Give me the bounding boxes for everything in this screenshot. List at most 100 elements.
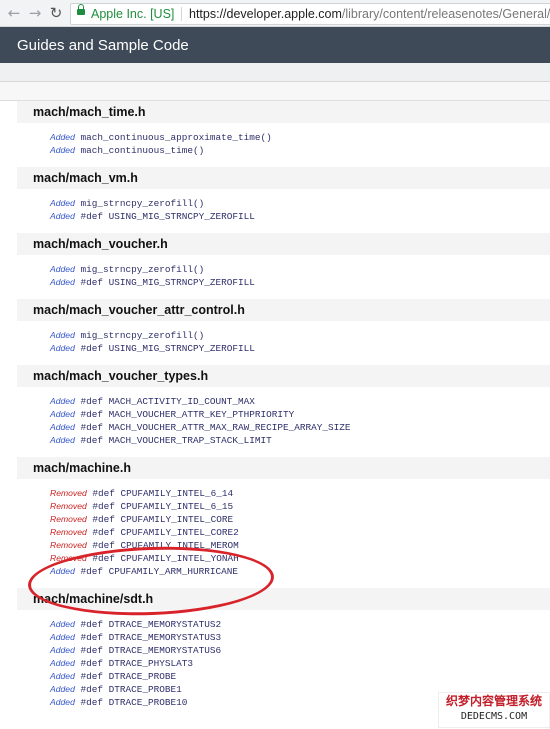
status-tag: Added bbox=[50, 671, 75, 681]
entry-row: Added mach_continuous_approximate_time() bbox=[50, 131, 550, 144]
status-tag: Added bbox=[50, 566, 75, 576]
section-entries: Added #def MACH_ACTIVITY_ID_COUNT_MAX Add… bbox=[0, 387, 550, 457]
back-arrow-icon[interactable]: ← bbox=[4, 3, 24, 23]
status-tag: Added bbox=[50, 211, 75, 221]
symbol-name: #def DTRACE_PROBE10 bbox=[80, 697, 188, 708]
entry-row: Added #def DTRACE_MEMORYSTATUS3 bbox=[50, 631, 550, 644]
status-tag: Removed bbox=[50, 501, 87, 511]
section-entries: Added mig_strncpy_zerofill() Added #def U… bbox=[0, 321, 550, 365]
watermark-line-2: DEDECMS.COM bbox=[460, 711, 528, 722]
symbol-name: #def CPUFAMILY_INTEL_YONAH bbox=[92, 553, 239, 564]
section-entries: Removed #def CPUFAMILY_INTEL_6_14 Removed… bbox=[0, 479, 550, 588]
entry-row: Added mach_continuous_time() bbox=[50, 144, 550, 157]
entry-row: Added mig_strncpy_zerofill() bbox=[50, 197, 550, 210]
entry-row: Added #def MACH_VOUCHER_ATTR_MAX_RAW_REC… bbox=[50, 421, 550, 434]
symbol-name: #def USING_MIG_STRNCPY_ZEROFILL bbox=[80, 211, 255, 222]
section-title: mach/mach_time.h bbox=[33, 105, 146, 119]
symbol-name: mig_strncpy_zerofill() bbox=[80, 264, 205, 275]
symbol-name: #def DTRACE_PROBE1 bbox=[80, 684, 182, 695]
forward-arrow-icon[interactable]: → bbox=[25, 3, 45, 23]
status-tag: Added bbox=[50, 632, 75, 642]
section-header: mach/mach_voucher_attr_control.h bbox=[17, 299, 550, 321]
section-title: mach/machine.h bbox=[33, 461, 131, 475]
watermark: 织梦内容管理系统 DEDECMS.COM bbox=[438, 692, 550, 728]
url-text: https://developer.apple.com/library/cont… bbox=[189, 4, 550, 24]
entry-row: Removed #def CPUFAMILY_INTEL_6_15 bbox=[50, 500, 550, 513]
symbol-name: #def DTRACE_MEMORYSTATUS6 bbox=[80, 645, 222, 656]
symbol-name: #def DTRACE_MEMORYSTATUS3 bbox=[80, 632, 222, 643]
entry-row: Removed #def CPUFAMILY_INTEL_MEROM bbox=[50, 539, 550, 552]
symbol-name: #def MACH_VOUCHER_TRAP_STACK_LIMIT bbox=[80, 435, 272, 446]
content-top-strip bbox=[0, 82, 550, 101]
symbol-name: #def USING_MIG_STRNCPY_ZEROFILL bbox=[80, 343, 255, 354]
status-tag: Added bbox=[50, 132, 75, 142]
status-tag: Added bbox=[50, 422, 75, 432]
address-separator bbox=[181, 7, 182, 21]
status-tag: Added bbox=[50, 264, 75, 274]
section-title: mach/mach_voucher_attr_control.h bbox=[33, 303, 245, 317]
entry-row: Removed #def CPUFAMILY_INTEL_CORE bbox=[50, 513, 550, 526]
symbol-name: mig_strncpy_zerofill() bbox=[80, 198, 205, 209]
status-tag: Added bbox=[50, 343, 75, 353]
address-bar[interactable]: Apple Inc. [US] https://developer.apple.… bbox=[70, 3, 550, 25]
url-path: /library/content/releasenotes/General/A bbox=[341, 7, 550, 21]
status-tag: Added bbox=[50, 145, 75, 155]
symbol-name: #def MACH_VOUCHER_ATTR_KEY_PTHPRIORITY bbox=[80, 409, 295, 420]
entry-row: Added mig_strncpy_zerofill() bbox=[50, 263, 550, 276]
symbol-name: mig_strncpy_zerofill() bbox=[80, 330, 205, 341]
status-tag: Added bbox=[50, 198, 75, 208]
status-tag: Removed bbox=[50, 553, 87, 563]
entry-row: Added #def DTRACE_MEMORYSTATUS2 bbox=[50, 618, 550, 631]
status-tag: Removed bbox=[50, 488, 87, 498]
symbol-name: mach_continuous_time() bbox=[80, 145, 205, 156]
status-tag: Added bbox=[50, 619, 75, 629]
status-tag: Added bbox=[50, 277, 75, 287]
entry-row: Added #def CPUFAMILY_ARM_HURRICANE bbox=[50, 565, 550, 578]
url-host: developer.apple.com bbox=[226, 7, 342, 21]
symbol-name: #def CPUFAMILY_INTEL_CORE2 bbox=[92, 527, 239, 538]
release-notes-content: mach/mach_time.h Added mach_continuous_ap… bbox=[0, 101, 550, 719]
site-title[interactable]: Guides and Sample Code bbox=[17, 37, 189, 54]
entry-row: Added #def USING_MIG_STRNCPY_ZEROFILL bbox=[50, 210, 550, 223]
section-header: mach/mach_voucher_types.h bbox=[17, 365, 550, 387]
symbol-name: #def MACH_VOUCHER_ATTR_MAX_RAW_RECIPE_AR… bbox=[80, 422, 351, 433]
entry-row: Added #def MACH_ACTIVITY_ID_COUNT_MAX bbox=[50, 395, 550, 408]
symbol-name: #def DTRACE_PHYSLAT3 bbox=[80, 658, 194, 669]
entry-row: Added #def DTRACE_MEMORYSTATUS6 bbox=[50, 644, 550, 657]
section-entries: Added mach_continuous_approximate_time()… bbox=[0, 123, 550, 167]
entry-row: Removed #def CPUFAMILY_INTEL_YONAH bbox=[50, 552, 550, 565]
reload-icon[interactable]: ↻ bbox=[46, 3, 66, 23]
symbol-name: #def DTRACE_MEMORYSTATUS2 bbox=[80, 619, 222, 630]
status-tag: Added bbox=[50, 684, 75, 694]
section-entries: Added mig_strncpy_zerofill() Added #def U… bbox=[0, 189, 550, 233]
section-header: mach/mach_voucher.h bbox=[17, 233, 550, 255]
entry-row: Added #def MACH_VOUCHER_ATTR_KEY_PTHPRIO… bbox=[50, 408, 550, 421]
entry-row: Added #def MACH_VOUCHER_TRAP_STACK_LIMIT bbox=[50, 434, 550, 447]
secure-origin-label: Apple Inc. [US] bbox=[91, 7, 175, 21]
symbol-name: #def CPUFAMILY_ARM_HURRICANE bbox=[80, 566, 239, 577]
section-header: mach/machine/sdt.h bbox=[17, 588, 550, 610]
symbol-name: mach_continuous_approximate_time() bbox=[80, 132, 272, 143]
symbol-name: #def CPUFAMILY_INTEL_MEROM bbox=[92, 540, 239, 551]
symbol-name: #def CPUFAMILY_INTEL_6_15 bbox=[92, 501, 234, 512]
lock-icon bbox=[77, 4, 85, 15]
symbol-name: #def USING_MIG_STRNCPY_ZEROFILL bbox=[80, 277, 255, 288]
page-header: Guides and Sample Code bbox=[0, 27, 550, 63]
symbol-name: #def MACH_ACTIVITY_ID_COUNT_MAX bbox=[80, 396, 255, 407]
entry-row: Added #def USING_MIG_STRNCPY_ZEROFILL bbox=[50, 342, 550, 355]
status-tag: Added bbox=[50, 435, 75, 445]
status-tag: Added bbox=[50, 396, 75, 406]
entry-row: Added #def USING_MIG_STRNCPY_ZEROFILL bbox=[50, 276, 550, 289]
url-scheme: https:// bbox=[189, 7, 227, 21]
status-tag: Added bbox=[50, 330, 75, 340]
status-tag: Removed bbox=[50, 527, 87, 537]
entry-row: Added #def DTRACE_PROBE bbox=[50, 670, 550, 683]
entry-row: Added mig_strncpy_zerofill() bbox=[50, 329, 550, 342]
symbol-name: #def CPUFAMILY_INTEL_CORE bbox=[92, 514, 234, 525]
watermark-line-1: 织梦内容管理系统 bbox=[445, 694, 542, 708]
status-tag: Removed bbox=[50, 514, 87, 524]
section-title: mach/machine/sdt.h bbox=[33, 592, 154, 606]
section-title: mach/mach_voucher_types.h bbox=[33, 369, 209, 383]
status-tag: Added bbox=[50, 697, 75, 707]
status-tag: Added bbox=[50, 645, 75, 655]
